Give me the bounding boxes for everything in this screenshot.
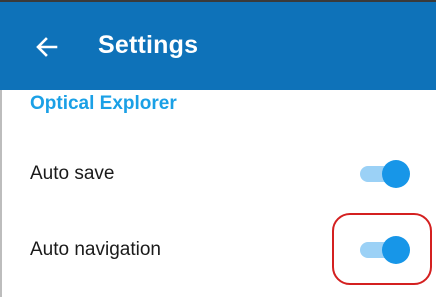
- left-edge-divider: [0, 90, 2, 297]
- back-button[interactable]: [30, 30, 64, 64]
- app-bar: Settings: [0, 0, 436, 90]
- auto-save-toggle[interactable]: [358, 157, 410, 189]
- auto-navigation-toggle[interactable]: [358, 233, 410, 265]
- toggle-thumb: [382, 236, 410, 264]
- arrow-left-icon: [36, 37, 58, 57]
- page-title: Settings: [98, 31, 199, 59]
- auto-navigation-label: Auto navigation: [30, 239, 161, 260]
- section-title: Optical Explorer: [30, 93, 177, 114]
- auto-save-label: Auto save: [30, 163, 115, 184]
- toggle-thumb: [382, 160, 410, 188]
